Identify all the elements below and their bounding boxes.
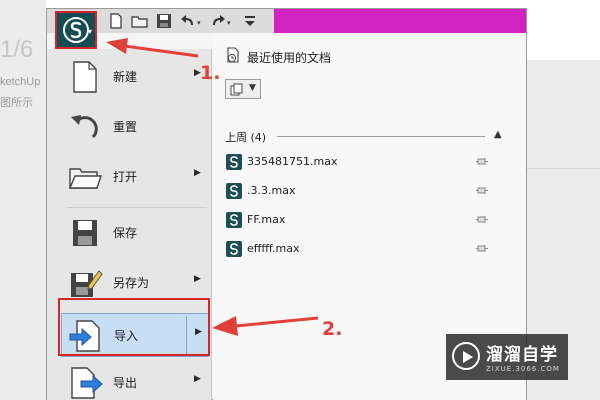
reset-arrow-icon <box>71 115 98 139</box>
reset-button[interactable]: 重置 <box>61 105 209 149</box>
recent-file-item[interactable]: FF.max <box>225 209 505 231</box>
save-as-label: 另存为 <box>113 276 150 290</box>
chevron-down-icon: ▾ <box>88 27 93 36</box>
background-divider <box>527 168 600 169</box>
max-file-icon <box>226 154 242 170</box>
new-document-icon <box>73 61 97 93</box>
step-2-label: 2. <box>322 318 343 340</box>
application-button[interactable]: ▾ <box>55 11 97 49</box>
pin-icon[interactable] <box>475 214 489 226</box>
new-file-icon[interactable] <box>107 13 125 29</box>
open-button[interactable]: 打开 ▶ <box>61 155 209 199</box>
undo-icon[interactable]: ▾ <box>179 13 205 29</box>
highlight-box-import <box>58 298 210 356</box>
submenu-arrow-icon: ▶ <box>194 374 201 384</box>
save-disk-icon <box>73 220 97 246</box>
watermark-title: 溜溜自学 <box>486 345 558 365</box>
annotation-arrow-2 <box>212 316 319 336</box>
annotation-arrow-1 <box>106 38 199 58</box>
recent-file-item[interactable]: .3.3.max <box>225 180 505 202</box>
customize-dropdown-icon[interactable] <box>243 13 257 29</box>
watermark-subtitle: ZIXUE.3066.COM <box>486 365 560 373</box>
recent-documents-title: 最近使用的文档 <box>247 51 332 65</box>
background-text-line: 图所示 <box>0 97 33 109</box>
background-text-line: ketchUp <box>0 76 41 88</box>
open-folder-icon <box>68 168 102 189</box>
submenu-arrow-icon: ▶ <box>194 274 201 284</box>
export-icon <box>71 367 103 399</box>
view-options-dropdown[interactable]: ▼ <box>225 79 261 99</box>
recent-file-item[interactable]: efffff.max <box>225 238 505 260</box>
watermark-badge: 溜溜自学 ZIXUE.3066.COM <box>446 334 568 380</box>
export-label: 导出 <box>113 376 138 390</box>
step-1-label: 1. <box>200 62 221 84</box>
open-folder-icon[interactable] <box>131 13 149 29</box>
file-name: 335481751.max <box>247 155 338 168</box>
title-bar-accent <box>274 9 526 33</box>
pin-icon[interactable] <box>475 156 489 168</box>
group-label: 上周 (4) <box>225 131 267 144</box>
submenu-arrow-icon: ▶ <box>194 168 201 178</box>
save-label: 保存 <box>113 226 138 240</box>
view-icon <box>230 83 243 96</box>
save-as-icon <box>71 270 103 297</box>
group-divider <box>277 136 485 137</box>
play-logo-icon <box>452 342 480 370</box>
save-button[interactable]: 保存 <box>61 211 209 255</box>
svg-text:▾: ▾ <box>197 19 201 27</box>
pin-icon[interactable] <box>475 185 489 197</box>
export-button[interactable]: 导出 ▶ <box>61 361 209 400</box>
max-file-icon <box>226 241 242 257</box>
3dsmax-logo-icon <box>63 17 89 43</box>
svg-text:▾: ▾ <box>227 19 231 27</box>
group-header-last-week[interactable]: 上周 (4) ▲ <box>225 129 505 145</box>
chevron-up-icon[interactable]: ▲ <box>494 129 502 140</box>
file-name: FF.max <box>247 213 286 226</box>
max-file-icon <box>226 212 242 228</box>
save-disk-icon[interactable] <box>155 13 173 29</box>
background-slide-number: 1/6 <box>0 36 34 63</box>
open-label: 打开 <box>113 170 138 184</box>
redo-icon[interactable]: ▾ <box>209 13 235 29</box>
max-file-icon <box>226 183 242 199</box>
file-name: .3.3.max <box>247 184 296 197</box>
pin-icon[interactable] <box>475 243 489 255</box>
reset-label: 重置 <box>113 120 138 134</box>
new-label: 新建 <box>113 70 138 84</box>
file-name: efffff.max <box>247 242 300 255</box>
chevron-down-icon: ▼ <box>249 83 256 93</box>
menu-separator <box>67 207 207 208</box>
recent-documents-icon <box>227 47 239 63</box>
recent-file-item[interactable]: 335481751.max <box>225 151 505 173</box>
